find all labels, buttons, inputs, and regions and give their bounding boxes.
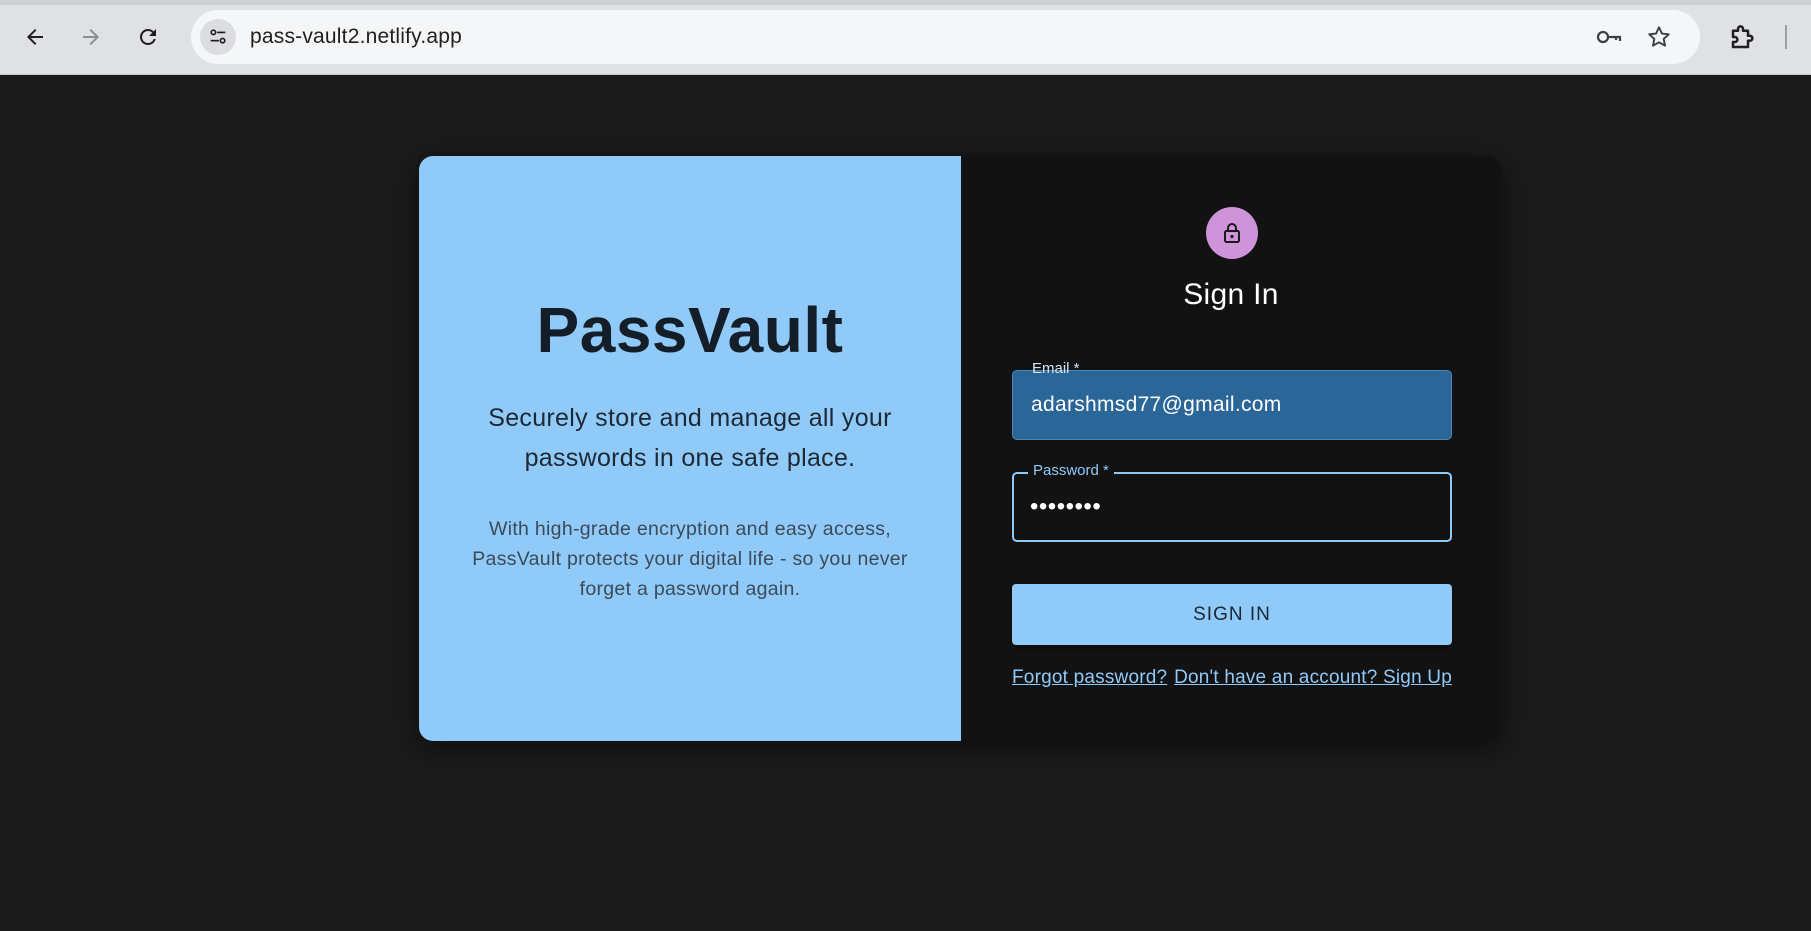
forward-button[interactable]	[71, 17, 111, 57]
reload-button[interactable]	[128, 17, 168, 57]
toolbar-divider	[1785, 25, 1787, 49]
forgot-password-link[interactable]: Forgot password?	[1012, 667, 1167, 689]
signin-form: Sign In Email * Password * SIGN IN Forgo…	[961, 156, 1501, 741]
tab-strip	[0, 0, 1811, 5]
signin-button[interactable]: SIGN IN	[1012, 584, 1452, 645]
star-icon	[1648, 26, 1670, 47]
signup-link[interactable]: Don't have an account? Sign Up	[1174, 667, 1452, 689]
brand-description: With high-grade encryption and easy acce…	[472, 518, 908, 600]
arrow-right-icon	[83, 29, 99, 45]
bookmark-button[interactable]	[1645, 23, 1673, 51]
puzzle-icon	[1731, 25, 1754, 49]
url-text[interactable]: pass-vault2.netlify.app	[250, 25, 462, 49]
brand-title: PassVault	[536, 294, 844, 366]
back-button[interactable]	[15, 17, 55, 57]
email-field[interactable]: Email *	[1012, 361, 1452, 440]
password-manager-button[interactable]	[1595, 23, 1623, 51]
email-input[interactable]	[1031, 371, 1431, 439]
site-info-button[interactable]	[200, 19, 236, 55]
arrow-left-icon	[27, 29, 43, 45]
key-icon	[1596, 30, 1622, 44]
lock-avatar	[1206, 207, 1258, 259]
brand-tagline: Securely store and manage all your passw…	[488, 404, 892, 472]
address-bar[interactable]: pass-vault2.netlify.app	[191, 10, 1700, 64]
password-field[interactable]: Password *	[1012, 463, 1452, 542]
brand-panel: PassVault Securely store and manage all …	[419, 156, 961, 741]
reload-icon	[139, 28, 156, 45]
browser-toolbar: pass-vault2.netlify.app	[0, 0, 1811, 75]
extensions-button[interactable]	[1726, 20, 1760, 54]
tune-icon	[210, 29, 226, 44]
signin-card: PassVault Securely store and manage all …	[419, 156, 1501, 741]
form-title: Sign In	[1183, 278, 1279, 311]
lock-icon	[1224, 223, 1240, 243]
password-input[interactable]	[1030, 474, 1430, 540]
